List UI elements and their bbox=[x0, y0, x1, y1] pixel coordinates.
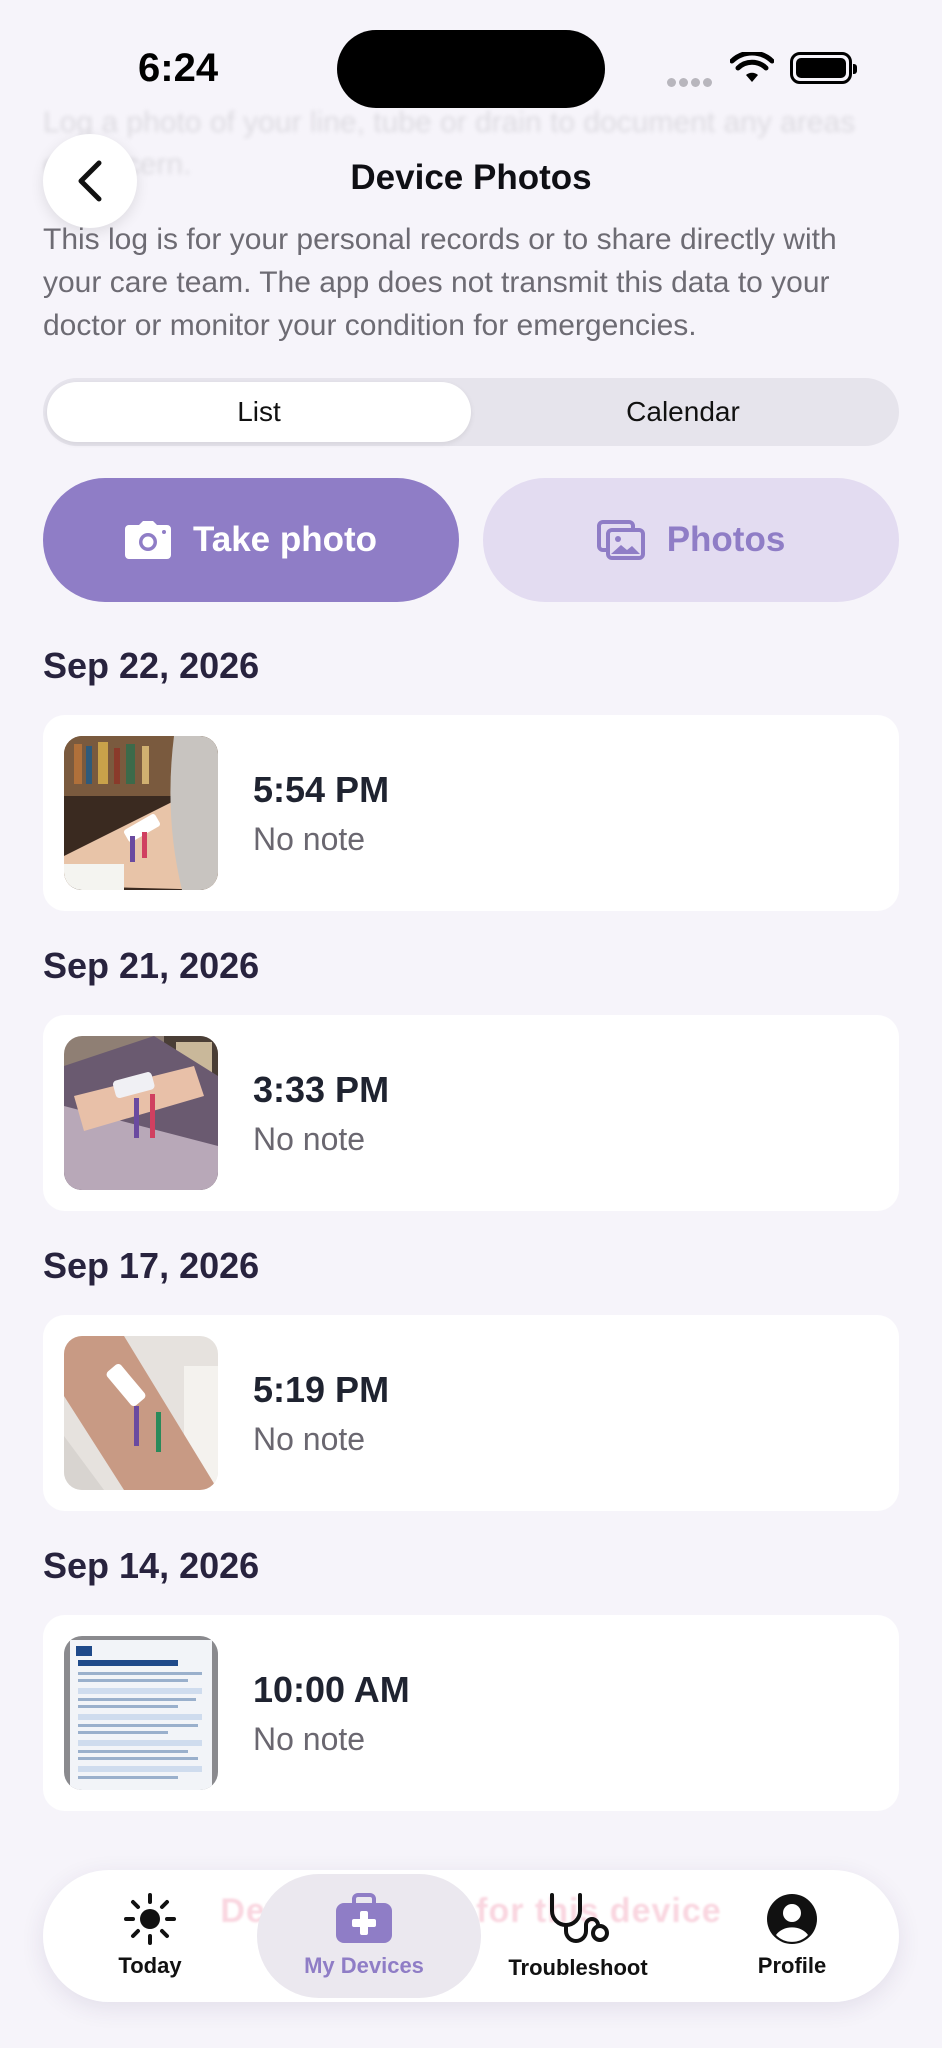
tab-my-devices[interactable]: My Devices bbox=[257, 1870, 471, 2002]
photos-label: Photos bbox=[666, 520, 786, 559]
entry-note: No note bbox=[253, 1421, 366, 1457]
photo-thumbnail bbox=[64, 1336, 218, 1490]
photo-entry-group: Sep 21, 2026 3:33 PM No note bbox=[43, 945, 899, 1211]
tab-label: Profile bbox=[757, 1953, 827, 1978]
photo-entry-group: Sep 14, 2026 10:00 AM No note bbox=[43, 1545, 899, 1811]
camera-icon bbox=[124, 521, 171, 559]
photo-thumbnail bbox=[64, 736, 218, 890]
photo-entry-group: Sep 22, 2026 5:54 PM No note bbox=[43, 645, 899, 911]
wifi-icon bbox=[730, 52, 774, 82]
tab-label: Troubleshoot bbox=[508, 1955, 648, 1980]
photo-entry-card[interactable]: 5:19 PM No note bbox=[43, 1315, 899, 1511]
status-time: 6:24 bbox=[138, 46, 219, 90]
take-photo-label: Take photo bbox=[192, 520, 378, 559]
entry-note: No note bbox=[253, 821, 366, 857]
medical-bag-icon bbox=[336, 1893, 392, 1943]
tab-profile[interactable]: Profile bbox=[685, 1870, 899, 2002]
entry-time: 5:19 PM bbox=[253, 1369, 390, 1410]
segment-list[interactable]: List bbox=[47, 382, 471, 442]
person-icon bbox=[767, 1894, 817, 1944]
date-header: Sep 14, 2026 bbox=[43, 1545, 260, 1586]
segment-calendar[interactable]: Calendar bbox=[471, 382, 895, 442]
page-title: Device Photos bbox=[350, 158, 592, 197]
sun-icon bbox=[124, 1893, 176, 1945]
disclaimer-text: This log is for your personal records or… bbox=[43, 223, 837, 342]
dynamic-island bbox=[337, 30, 605, 108]
tab-label: Today bbox=[118, 1953, 182, 1978]
entry-note: No note bbox=[253, 1721, 366, 1757]
entry-note: No note bbox=[253, 1121, 366, 1157]
date-header: Sep 22, 2026 bbox=[43, 645, 260, 686]
photos-button[interactable]: Photos bbox=[483, 478, 899, 602]
cellular-signal-icon bbox=[667, 74, 717, 87]
photo-thumbnail bbox=[64, 1636, 218, 1790]
tab-troubleshoot[interactable]: Troubleshoot bbox=[471, 1870, 685, 2002]
photo-entry-card[interactable]: 3:33 PM No note bbox=[43, 1015, 899, 1211]
entry-time: 10:00 AM bbox=[253, 1669, 410, 1710]
tab-bar: Device photos for this device Today My D… bbox=[43, 1870, 899, 2002]
date-header: Sep 21, 2026 bbox=[43, 945, 260, 986]
entry-time: 3:33 PM bbox=[253, 1069, 390, 1110]
entry-time: 5:54 PM bbox=[253, 769, 390, 810]
photo-entry-card[interactable]: 10:00 AM No note bbox=[43, 1615, 899, 1811]
photo-library-icon bbox=[596, 520, 645, 560]
stethoscope-icon bbox=[550, 1893, 609, 1943]
photo-entry-group: Sep 17, 2026 5:19 PM No note bbox=[43, 1245, 899, 1511]
take-photo-button[interactable]: Take photo bbox=[43, 478, 459, 602]
view-mode-segmented-control: List Calendar bbox=[43, 378, 899, 446]
battery-icon bbox=[790, 52, 857, 84]
photo-entry-card[interactable]: 5:54 PM No note bbox=[43, 715, 899, 911]
tab-today[interactable]: Today bbox=[43, 1870, 257, 2002]
tab-label: My Devices bbox=[304, 1953, 424, 1978]
date-header: Sep 17, 2026 bbox=[43, 1245, 260, 1286]
photo-thumbnail bbox=[64, 1036, 218, 1190]
